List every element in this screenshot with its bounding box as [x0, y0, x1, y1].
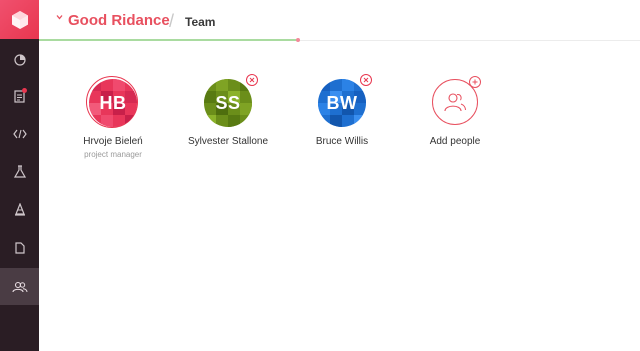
flask-icon — [13, 165, 26, 178]
team-member-card[interactable]: BW Bruce Willis — [287, 74, 397, 147]
remove-member-button[interactable] — [360, 74, 372, 86]
avatar[interactable]: HB — [86, 76, 138, 128]
avatar-initials: BW — [326, 92, 358, 113]
close-icon — [363, 77, 369, 83]
avatar-initials: HB — [99, 92, 127, 113]
member-role: project manager — [84, 150, 142, 159]
sidebar-item-docs[interactable] — [0, 229, 39, 266]
code-icon — [12, 129, 27, 138]
team-member-card[interactable]: HB Hrvoje Bieleń project manager — [58, 76, 168, 159]
users-icon — [444, 93, 466, 112]
sidebar-item-issues[interactable] — [0, 191, 39, 228]
breadcrumb-separator: / — [169, 11, 175, 31]
sidebar-item-lab[interactable] — [0, 153, 39, 190]
app-logo[interactable] — [0, 0, 39, 39]
close-icon — [249, 77, 255, 83]
sidebar-item-code[interactable] — [0, 115, 39, 152]
document-icon — [14, 241, 25, 254]
add-people-card[interactable]: Add people — [400, 76, 510, 147]
team-icon — [11, 281, 27, 292]
progress-bar — [39, 39, 298, 41]
notification-dot — [22, 88, 27, 93]
avatar[interactable]: BW — [318, 74, 372, 127]
project-title[interactable]: Good Ridance — [68, 12, 170, 29]
avatar[interactable]: SS — [204, 74, 258, 127]
sidebar — [0, 0, 39, 351]
member-name: Hrvoje Bieleń — [83, 136, 143, 147]
sidebar-item-stats[interactable] — [0, 41, 39, 78]
member-name: Bruce Willis — [315, 136, 369, 147]
avatar-initials: SS — [215, 92, 241, 113]
remove-member-button[interactable] — [246, 74, 258, 86]
team-member-card[interactable]: SS Sylvester Stallone — [173, 74, 283, 147]
add-people-button[interactable] — [432, 76, 481, 125]
sidebar-item-team[interactable] — [0, 268, 39, 305]
traffic-cone-icon — [14, 203, 25, 216]
hexagon-logo-icon — [11, 10, 28, 29]
sidebar-item-tasks[interactable] — [0, 78, 39, 115]
page-title: Team — [185, 15, 216, 29]
add-people-label: Add people — [429, 136, 481, 147]
progress-marker — [296, 38, 300, 42]
member-name: Sylvester Stallone — [187, 136, 269, 147]
pie-chart-icon — [13, 53, 26, 66]
chevron-down-icon[interactable] — [56, 14, 63, 20]
plus-icon — [469, 76, 481, 88]
